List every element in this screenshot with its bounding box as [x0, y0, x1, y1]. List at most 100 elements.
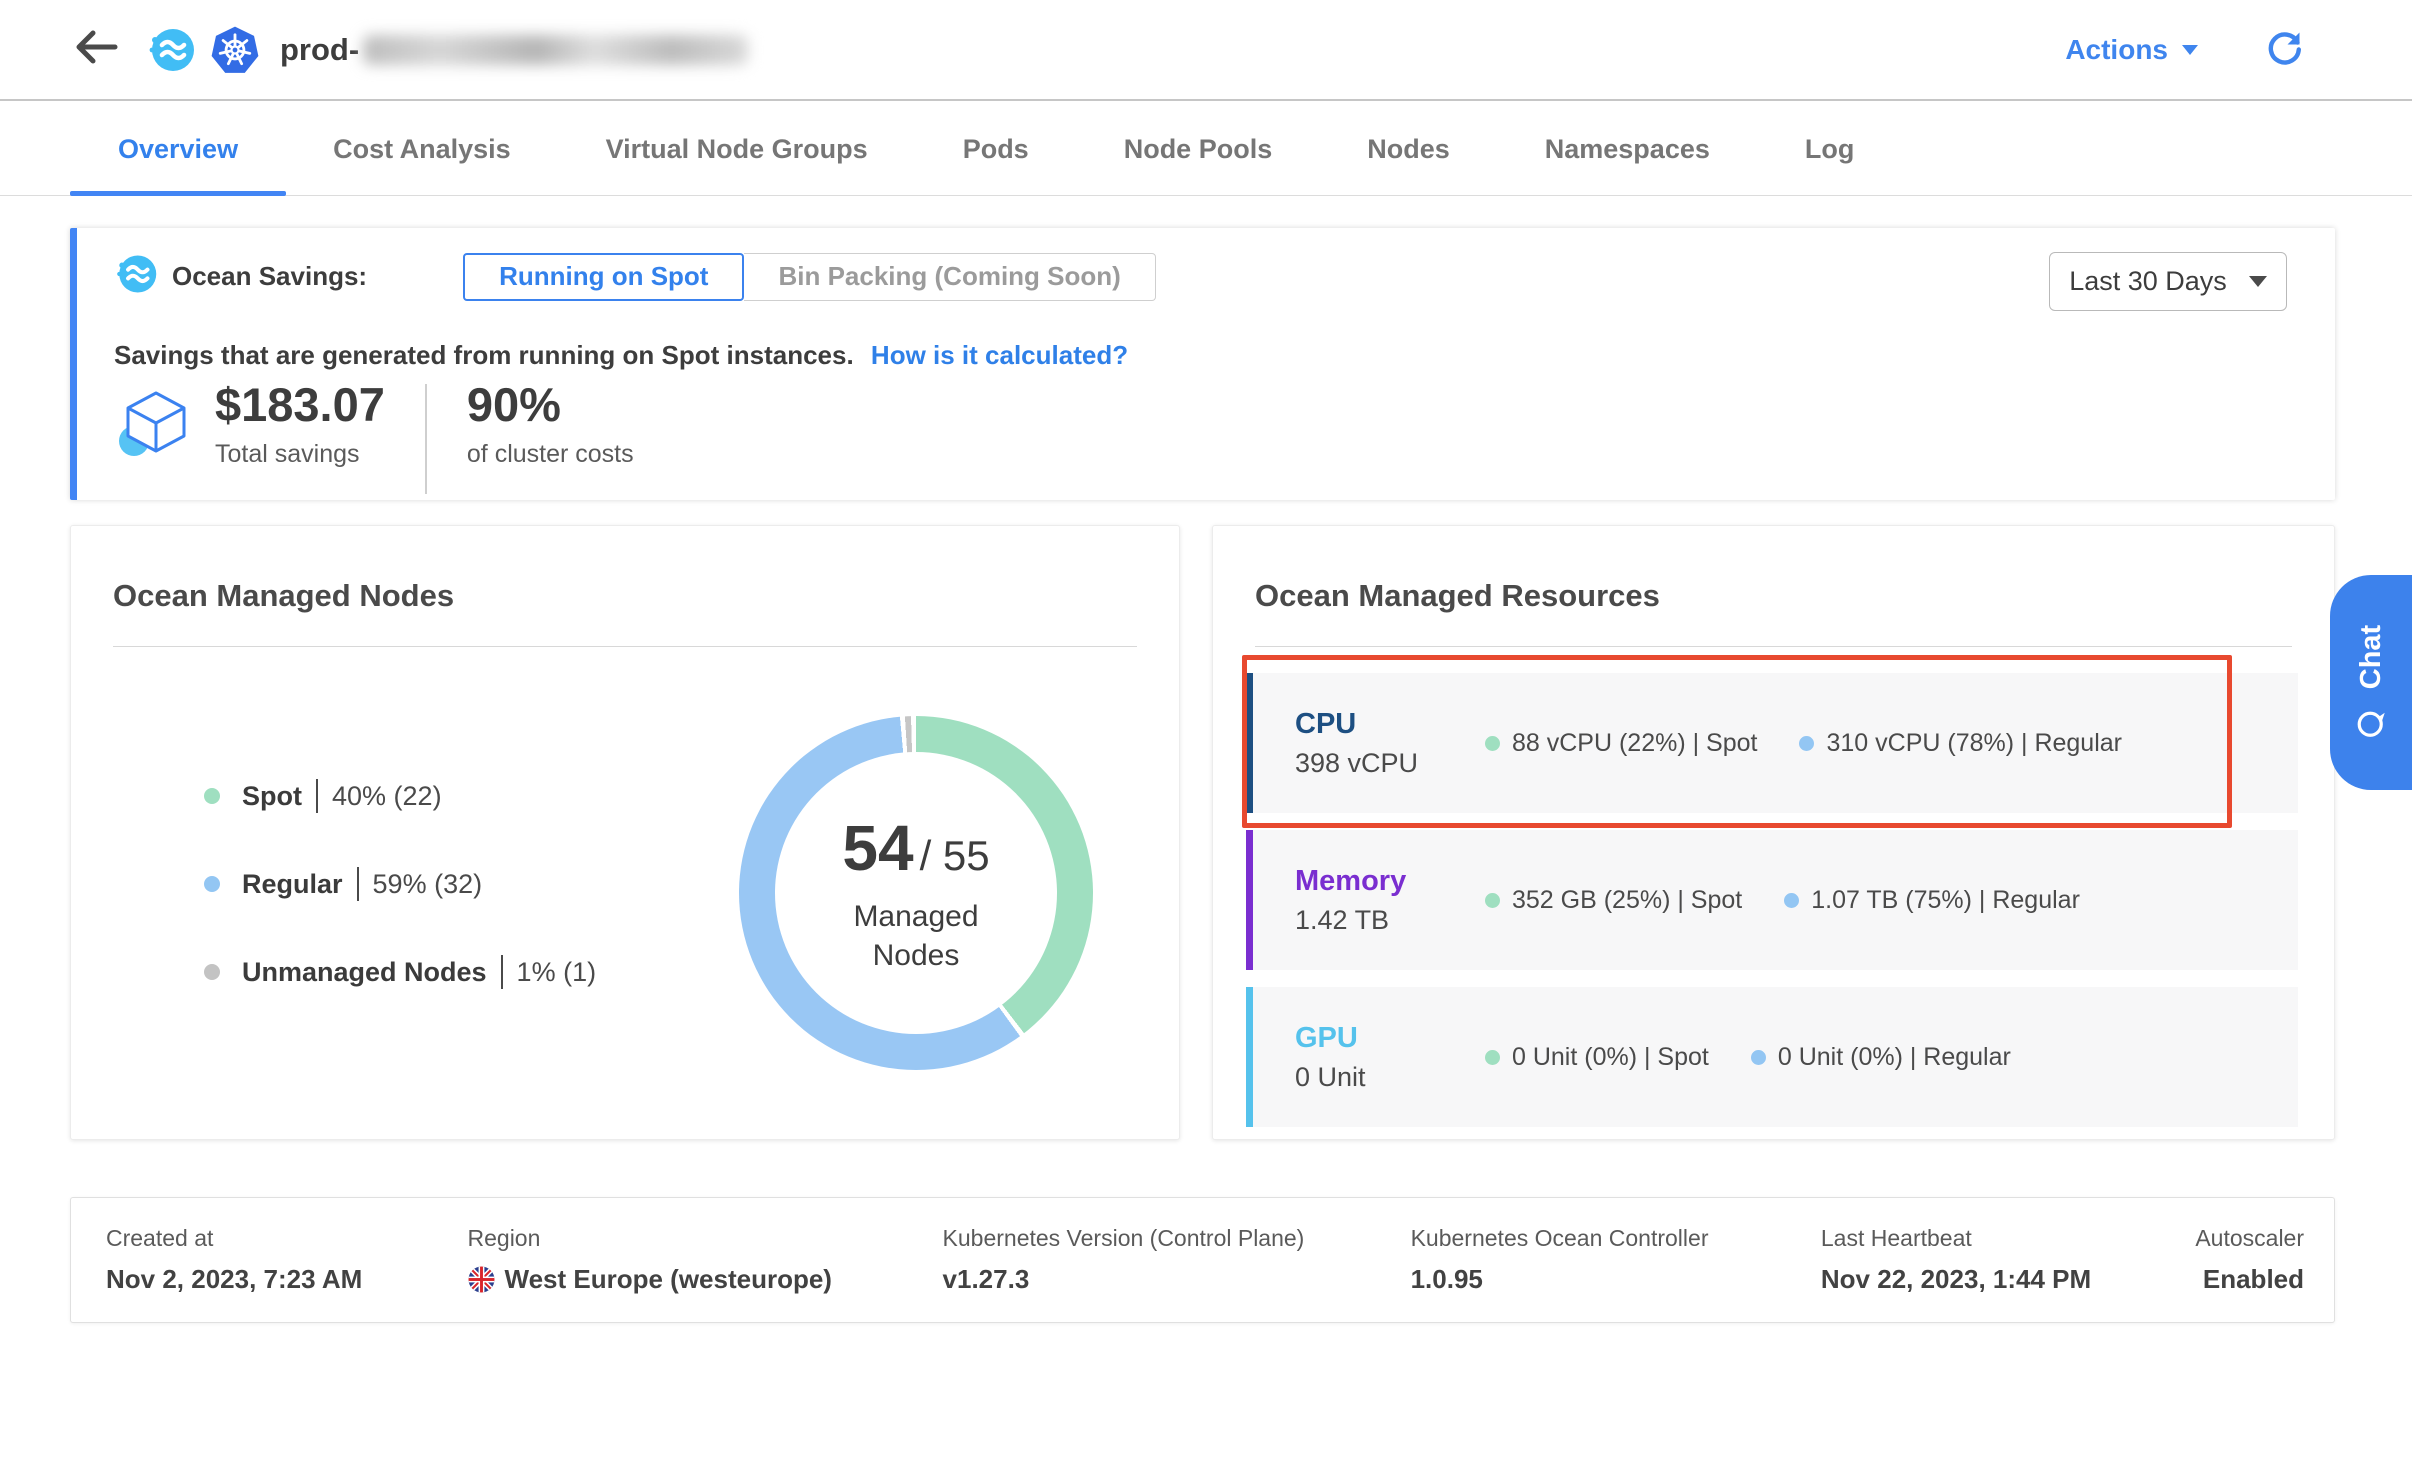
- regular-dot-icon: [204, 876, 220, 892]
- chevron-down-icon: [2182, 45, 2198, 63]
- ocean-logo-icon: [146, 25, 196, 75]
- stat-text: 0 Unit (0%) | Spot: [1512, 1043, 1709, 1072]
- divider: [1255, 646, 2292, 647]
- regular-dot-icon: [1784, 893, 1799, 908]
- ocean-wave-icon: [114, 252, 158, 301]
- legend-label: Unmanaged Nodes: [242, 957, 487, 988]
- savings-description: Savings that are generated from running …: [114, 340, 1128, 371]
- tab-nodes[interactable]: Nodes: [1367, 103, 1450, 195]
- refresh-button[interactable]: [2266, 28, 2304, 71]
- cpu-regular-stat: 310 vCPU (78%) | Regular: [1799, 729, 2122, 758]
- savings-header-row: Ocean Savings: Running on Spot Bin Packi…: [114, 252, 1156, 301]
- managed-count: 54: [842, 811, 913, 885]
- nodes-legend: Spot 40% (22) Regular 59% (32) Unmanaged…: [204, 776, 596, 1040]
- info-created-at: Created at Nov 2, 2023, 7:23 AM: [106, 1225, 468, 1295]
- tab-node-pools[interactable]: Node Pools: [1124, 103, 1273, 195]
- memory-label: Memory: [1295, 865, 1485, 898]
- legend-separator: [501, 955, 503, 989]
- cluster-cost-percent: 90%: [467, 378, 634, 432]
- tab-virtual-node-groups[interactable]: Virtual Node Groups: [606, 103, 868, 195]
- kubernetes-logo-icon: [210, 25, 260, 75]
- savings-stats: $183.07 Total savings 90% of cluster cos…: [117, 378, 634, 494]
- info-label: Region: [468, 1225, 943, 1252]
- actions-dropdown-button[interactable]: Actions: [2065, 34, 2198, 66]
- spot-dot-icon: [1485, 1050, 1500, 1065]
- stat-text: 352 GB (25%) | Spot: [1512, 886, 1742, 915]
- info-value: Enabled: [2203, 1264, 2304, 1295]
- tab-log[interactable]: Log: [1805, 103, 1854, 195]
- stat-text: 0 Unit (0%) | Regular: [1778, 1043, 2011, 1072]
- info-autoscaler: Autoscaler Enabled: [2195, 1225, 2304, 1295]
- tab-namespaces[interactable]: Namespaces: [1545, 103, 1710, 195]
- info-label: Autoscaler: [2195, 1225, 2304, 1252]
- info-label: Kubernetes Version (Control Plane): [943, 1225, 1411, 1252]
- resource-row-cpu: CPU 398 vCPU 88 vCPU (22%) | Spot 310 vC…: [1246, 673, 2298, 813]
- period-dropdown[interactable]: Last 30 Days: [2049, 252, 2287, 311]
- toggle-running-on-spot[interactable]: Running on Spot: [463, 253, 744, 301]
- stat-text: 310 vCPU (78%) | Regular: [1826, 729, 2122, 758]
- chat-button[interactable]: Chat: [2330, 575, 2412, 790]
- chat-label: Chat: [2355, 624, 2388, 688]
- memory-regular-stat: 1.07 TB (75%) | Regular: [1784, 886, 2080, 915]
- donut-center: 54 / 55 Managed Nodes: [775, 752, 1057, 1034]
- tab-bar: Overview Cost Analysis Virtual Node Grou…: [0, 103, 2412, 196]
- legend-value: 1% (1): [517, 957, 597, 988]
- legend-separator: [316, 779, 318, 813]
- spot-dot-icon: [204, 788, 220, 804]
- ocean-savings-panel: Ocean Savings: Running on Spot Bin Packi…: [70, 228, 2335, 500]
- back-button[interactable]: [72, 26, 120, 74]
- toggle-bin-packing[interactable]: Bin Packing (Coming Soon): [744, 253, 1155, 301]
- legend-value: 59% (32): [373, 869, 483, 900]
- total-savings-label: Total savings: [215, 440, 385, 469]
- legend-item-unmanaged: Unmanaged Nodes 1% (1): [204, 952, 596, 992]
- uk-flag-icon: [468, 1266, 495, 1293]
- tab-cost-analysis[interactable]: Cost Analysis: [333, 103, 511, 195]
- stat-text: 88 vCPU (22%) | Spot: [1512, 729, 1757, 758]
- chat-bubble-icon: [2354, 707, 2388, 741]
- stat-text: 1.07 TB (75%) | Regular: [1811, 886, 2080, 915]
- page-title: prod-: [280, 32, 748, 68]
- savings-description-text: Savings that are generated from running …: [114, 340, 854, 370]
- legend-label: Regular: [242, 869, 343, 900]
- cpu-total: 398 vCPU: [1295, 748, 1485, 779]
- regular-dot-icon: [1751, 1050, 1766, 1065]
- info-label: Created at: [106, 1225, 468, 1252]
- gpu-total: 0 Unit: [1295, 1062, 1485, 1093]
- legend-item-regular: Regular 59% (32): [204, 864, 596, 904]
- spot-dot-icon: [1485, 736, 1500, 751]
- tab-pods[interactable]: Pods: [963, 103, 1029, 195]
- managed-nodes-title: Ocean Managed Nodes: [113, 578, 454, 614]
- ocean-managed-nodes-card: Ocean Managed Nodes Spot 40% (22) Regula…: [70, 525, 1180, 1140]
- how-calculated-link[interactable]: How is it calculated?: [871, 340, 1128, 370]
- info-label: Kubernetes Ocean Controller: [1411, 1225, 1821, 1252]
- cpu-label: CPU: [1295, 708, 1485, 741]
- cluster-name-redacted: [363, 35, 748, 65]
- actions-label: Actions: [2065, 34, 2168, 66]
- tab-overview[interactable]: Overview: [118, 103, 238, 195]
- gpu-spot-stat: 0 Unit (0%) | Spot: [1485, 1043, 1709, 1072]
- resource-row-memory: Memory 1.42 TB 352 GB (25%) | Spot 1.07 …: [1246, 830, 2298, 970]
- period-dropdown-value: Last 30 Days: [2069, 266, 2227, 297]
- cpu-spot-stat: 88 vCPU (22%) | Spot: [1485, 729, 1757, 758]
- resource-row-gpu: GPU 0 Unit 0 Unit (0%) | Spot 0 Unit (0%…: [1246, 987, 2298, 1127]
- gpu-label: GPU: [1295, 1022, 1485, 1055]
- legend-label: Spot: [242, 781, 302, 812]
- info-value: Nov 22, 2023, 1:44 PM: [1821, 1264, 2195, 1295]
- vertical-divider: [425, 384, 427, 494]
- managed-nodes-donut: 54 / 55 Managed Nodes: [739, 716, 1093, 1070]
- ocean-cluster-overview-page: prod- Actions Overview Cost Analysis Vir…: [0, 0, 2412, 1478]
- divider: [113, 646, 1137, 647]
- savings-mode-toggle: Running on Spot Bin Packing (Coming Soon…: [463, 253, 1156, 301]
- ocean-savings-label: Ocean Savings:: [172, 261, 367, 292]
- regular-dot-icon: [1799, 736, 1814, 751]
- info-value: Nov 2, 2023, 7:23 AM: [106, 1264, 468, 1295]
- info-value: v1.27.3: [943, 1264, 1411, 1295]
- total-savings-amount: $183.07: [215, 378, 385, 432]
- legend-separator: [357, 867, 359, 901]
- managed-resources-title: Ocean Managed Resources: [1255, 578, 1660, 614]
- arrow-left-icon: [73, 27, 119, 72]
- memory-spot-stat: 352 GB (25%) | Spot: [1485, 886, 1742, 915]
- header-actions: Actions: [2065, 28, 2342, 71]
- resource-rows: CPU 398 vCPU 88 vCPU (22%) | Spot 310 vC…: [1246, 673, 2298, 1144]
- total-count: / 55: [920, 832, 990, 880]
